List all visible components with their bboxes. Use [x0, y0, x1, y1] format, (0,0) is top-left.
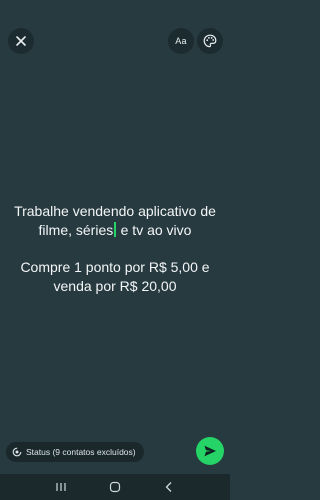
font-style-button[interactable]: Aa — [168, 28, 194, 54]
message-paragraph-2: Compre 1 ponto por R$ 5,00 e venda por R… — [20, 259, 210, 294]
send-button[interactable] — [196, 437, 224, 465]
status-text-composer: Aa Trabalhe vendendo aplicativo de filme… — [0, 0, 230, 500]
home-button[interactable] — [105, 477, 125, 497]
status-privacy-icon — [12, 447, 22, 457]
recents-icon — [56, 483, 66, 491]
text-cursor — [114, 222, 116, 237]
send-icon — [204, 445, 216, 457]
font-style-label: Aa — [175, 36, 187, 46]
close-button[interactable] — [8, 28, 34, 54]
message-paragraph-1: Trabalhe vendendo aplicativo de filme, s… — [10, 202, 220, 240]
back-icon — [165, 482, 172, 492]
status-privacy-button[interactable]: Status (9 contatos excluídos) — [6, 442, 144, 462]
system-navigation-bar — [0, 474, 230, 500]
back-button[interactable] — [159, 477, 179, 497]
color-palette-button[interactable] — [197, 28, 223, 54]
status-privacy-label: Status (9 contatos excluídos) — [26, 447, 136, 457]
recents-button[interactable] — [51, 477, 71, 497]
palette-icon — [203, 34, 217, 48]
message-text-after-cursor: e tv ao vivo — [116, 222, 192, 238]
home-icon — [109, 481, 121, 493]
status-text-input[interactable]: Trabalhe vendendo aplicativo de filme, s… — [10, 202, 220, 296]
close-icon — [16, 36, 26, 46]
